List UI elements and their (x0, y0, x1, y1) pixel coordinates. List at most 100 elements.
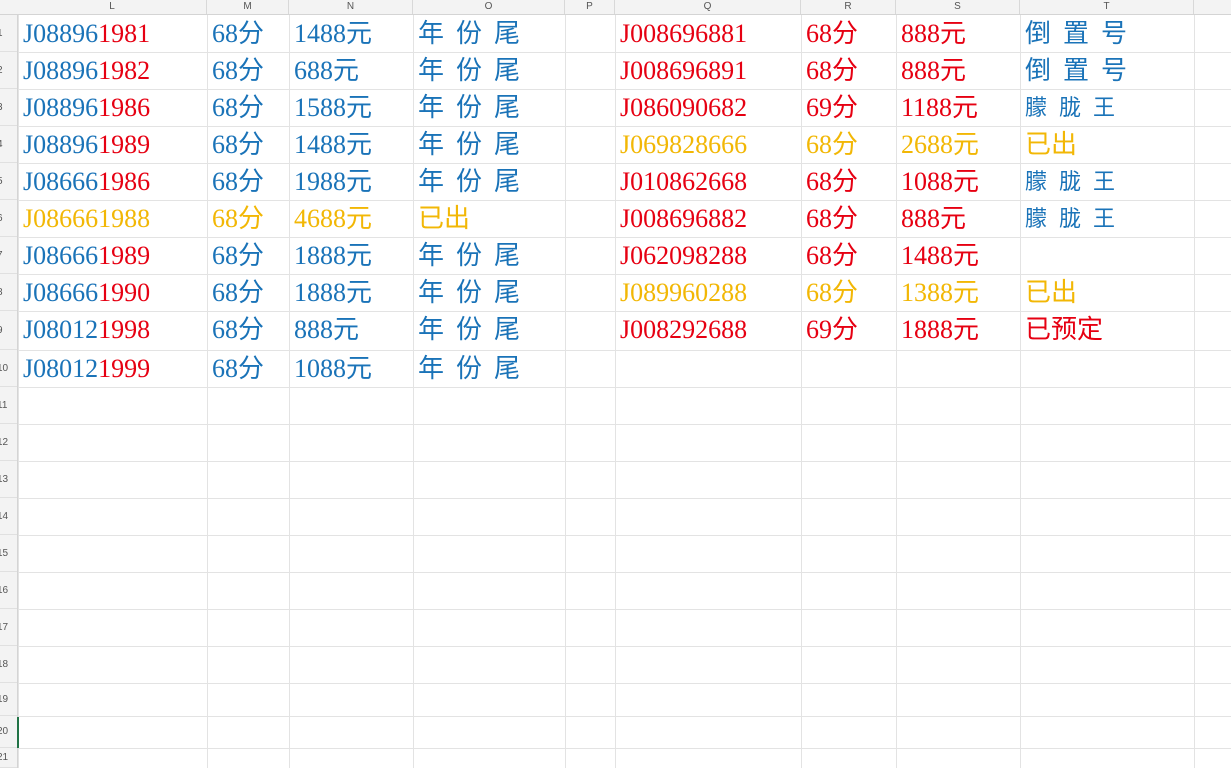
cell-number[interactable]: J008292688 (615, 311, 747, 350)
cell-points[interactable]: 68分 (801, 52, 858, 89)
cell-number[interactable]: J062098288 (615, 237, 747, 274)
row-header-20[interactable]: 20 (0, 716, 17, 748)
cell-points[interactable]: 68分 (801, 163, 858, 200)
cell-number[interactable]: J086661986 (18, 163, 150, 200)
cell-note[interactable]: 年份尾 (413, 237, 532, 274)
cell-points[interactable]: 68分 (801, 274, 858, 311)
cell-number[interactable]: J089960288 (615, 274, 747, 311)
row-header-1[interactable]: 1 (0, 15, 17, 52)
cell-points[interactable]: 68分 (207, 350, 264, 387)
row-header-16[interactable]: 16 (0, 572, 17, 609)
cell-points[interactable]: 69分 (801, 311, 858, 350)
row-header-10[interactable]: 10 (0, 350, 17, 387)
cell-price[interactable]: 1588元 (289, 89, 372, 126)
cell-points[interactable]: 68分 (207, 163, 264, 200)
row-header-5[interactable]: 5 (0, 163, 17, 200)
cell-points[interactable]: 68分 (207, 89, 264, 126)
row-header-7[interactable]: 7 (0, 237, 17, 274)
row-header-21[interactable]: 21 (0, 748, 17, 768)
cell-note[interactable]: 朦胧王 (1020, 89, 1127, 126)
cell-number[interactable]: J069828666 (615, 126, 747, 163)
cell-note[interactable]: 年份尾 (413, 126, 532, 163)
row-header-17[interactable]: 17 (0, 609, 17, 646)
cell-number[interactable]: J010862668 (615, 163, 747, 200)
cell-points[interactable]: 69分 (801, 89, 858, 126)
row-header-19[interactable]: 19 (0, 683, 17, 716)
cell-note[interactable]: 已出 (1020, 274, 1077, 311)
cell-price[interactable]: 888元 (896, 200, 966, 237)
cell-number[interactable]: J080121999 (18, 350, 150, 387)
cell-note[interactable] (1020, 237, 1025, 274)
column-header-o[interactable]: O (413, 0, 565, 14)
row-header-18[interactable]: 18 (0, 646, 17, 683)
cell-points[interactable]: 68分 (207, 274, 264, 311)
row-header-4[interactable]: 4 (0, 126, 17, 163)
cell-points[interactable]: 68分 (207, 237, 264, 274)
cell-note[interactable]: 已出 (1020, 126, 1077, 163)
cell-price[interactable]: 888元 (896, 15, 966, 52)
cell-note[interactable]: 年份尾 (413, 89, 532, 126)
cell-points[interactable]: 68分 (207, 15, 264, 52)
cell-note[interactable]: 已出 (413, 200, 470, 237)
cell-points[interactable]: 68分 (801, 200, 858, 237)
cell-number[interactable]: J086661989 (18, 237, 150, 274)
cell-note[interactable]: 倒置号 (1020, 52, 1139, 89)
cell-note[interactable]: 年份尾 (413, 163, 532, 200)
cell-number[interactable]: J088961989 (18, 126, 150, 163)
cell-note[interactable]: 年份尾 (413, 311, 532, 350)
cell-note[interactable]: 已预定 (1020, 311, 1103, 350)
cell-number[interactable]: J086661988 (18, 200, 150, 237)
column-header-p[interactable]: P (565, 0, 615, 14)
cell-number[interactable]: J086090682 (615, 89, 747, 126)
cell-price[interactable]: 1988元 (289, 163, 372, 200)
cell-points[interactable]: 68分 (207, 200, 264, 237)
column-header-m[interactable]: M (207, 0, 289, 14)
cell-price[interactable]: 1488元 (896, 237, 979, 274)
row-header-15[interactable]: 15 (0, 535, 17, 572)
cell-price[interactable]: 1388元 (896, 274, 979, 311)
row-header-11[interactable]: 11 (0, 387, 17, 424)
cell-price[interactable]: 1488元 (289, 15, 372, 52)
cell-price[interactable]: 688元 (289, 52, 359, 89)
cell-number[interactable]: J008696891 (615, 52, 747, 89)
cell-note[interactable]: 年份尾 (413, 350, 532, 387)
cell-price[interactable]: 1888元 (289, 237, 372, 274)
cell-price[interactable]: 2688元 (896, 126, 979, 163)
row-header-9[interactable]: 9 (0, 311, 17, 350)
column-header-s[interactable]: S (896, 0, 1020, 14)
cell-note[interactable]: 年份尾 (413, 274, 532, 311)
cell-price[interactable]: 1088元 (896, 163, 979, 200)
cell-price[interactable]: 888元 (896, 52, 966, 89)
row-header-13[interactable]: 13 (0, 461, 17, 498)
cell-points[interactable]: 68分 (207, 311, 264, 350)
cell-number[interactable]: J080121998 (18, 311, 150, 350)
cell-note[interactable]: 朦胧王 (1020, 200, 1127, 237)
row-header-2[interactable]: 2 (0, 52, 17, 89)
cell-price[interactable]: 4688元 (289, 200, 372, 237)
cell-price[interactable]: 1088元 (289, 350, 372, 387)
row-header-8[interactable]: 8 (0, 274, 17, 311)
cell-points[interactable]: 68分 (207, 126, 264, 163)
cell-points[interactable]: 68分 (801, 126, 858, 163)
cell-number[interactable]: J088961981 (18, 15, 150, 52)
cell-price[interactable]: 1888元 (896, 311, 979, 350)
cell-points[interactable]: 68分 (801, 15, 858, 52)
cell-price[interactable]: 888元 (289, 311, 359, 350)
row-header-3[interactable]: 3 (0, 89, 17, 126)
column-header-q[interactable]: Q (615, 0, 801, 14)
cell-note[interactable]: 朦胧王 (1020, 163, 1127, 200)
cell-note[interactable]: 年份尾 (413, 15, 532, 52)
cell-points[interactable]: 68分 (801, 237, 858, 274)
column-header-n[interactable]: N (289, 0, 413, 14)
cell-number[interactable]: J088961982 (18, 52, 150, 89)
cell-price[interactable]: 1488元 (289, 126, 372, 163)
spreadsheet-grid[interactable]: LMNOPQRST 123456789101112131415161718192… (0, 0, 1231, 768)
column-header-r[interactable]: R (801, 0, 896, 14)
cell-note[interactable]: 年份尾 (413, 52, 532, 89)
row-header-14[interactable]: 14 (0, 498, 17, 535)
cell-note[interactable]: 倒置号 (1020, 15, 1139, 52)
cell-number[interactable]: J008696882 (615, 200, 747, 237)
column-header-t[interactable]: T (1020, 0, 1194, 14)
row-header-6[interactable]: 6 (0, 200, 17, 237)
row-header-12[interactable]: 12 (0, 424, 17, 461)
